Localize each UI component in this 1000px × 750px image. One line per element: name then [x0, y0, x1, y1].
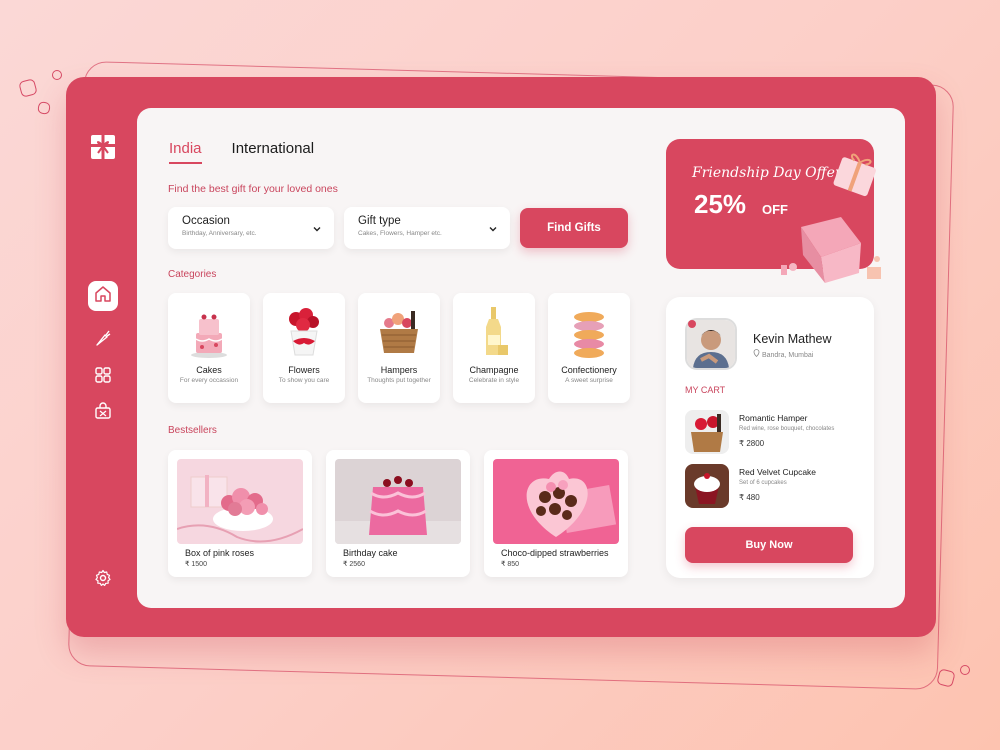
bestseller-card[interactable]: Choco-dipped strawberries ₹ 850	[484, 450, 628, 577]
category-card-hampers[interactable]: Hampers Thoughts put together	[358, 293, 440, 403]
category-desc: Thoughts put together	[367, 377, 431, 384]
grid-icon	[94, 366, 112, 389]
product-image-strawberries	[493, 459, 619, 544]
category-name: Champagne	[469, 365, 519, 375]
nav-shopping[interactable]	[88, 398, 118, 428]
gift-type-select[interactable]: Gift type Cakes, Flowers, Hamper etc.	[344, 207, 510, 249]
category-card-cakes[interactable]: Cakes For every occassion	[168, 293, 250, 403]
occasion-label: Occasion	[182, 215, 230, 227]
cart-item-name: Red Velvet Cupcake	[739, 467, 817, 477]
category-card-champagne[interactable]: Champagne Celebrate in style	[453, 293, 535, 403]
category-desc: Celebrate in style	[468, 377, 520, 384]
user-location: Bandra, Mumbai	[753, 349, 813, 359]
decorative-square	[18, 78, 38, 98]
user-name: Kevin Mathew	[753, 332, 832, 346]
chevron-down-icon	[488, 221, 498, 239]
categories-title: Categories	[168, 269, 217, 280]
gift-bag-icon	[94, 401, 112, 425]
cart-item-name: Romantic Hamper	[739, 413, 808, 423]
find-gifts-button[interactable]: Find Gifts	[520, 208, 628, 248]
gift-box-icon	[775, 147, 891, 292]
carrot-icon	[94, 329, 112, 352]
decorative-square	[52, 70, 62, 80]
decorative-square	[37, 101, 51, 115]
bestseller-card[interactable]: Box of pink roses ₹ 1500	[168, 450, 312, 577]
region-tabs: India International	[169, 140, 314, 164]
donut-icon	[559, 305, 619, 361]
settings-icon	[94, 569, 112, 592]
bestseller-card[interactable]: Birthday cake ₹ 2560	[326, 450, 470, 577]
product-image-cake	[335, 459, 461, 544]
occasion-hint: Birthday, Anniversary, etc.	[182, 230, 257, 237]
cake-icon	[179, 305, 239, 361]
product-name: Birthday cake	[343, 548, 398, 558]
hamper-icon	[369, 305, 429, 361]
champagne-icon	[464, 305, 524, 361]
app-frame: India International Find the best gift f…	[66, 77, 936, 637]
nav-groceries[interactable]	[88, 325, 118, 355]
category-desc: A sweet surprise	[565, 377, 613, 384]
gift-type-hint: Cakes, Flowers, Hamper etc.	[358, 230, 442, 237]
product-image-roses	[177, 459, 303, 544]
occasion-select[interactable]: Occasion Birthday, Anniversary, etc.	[168, 207, 334, 249]
category-name: Flowers	[288, 365, 320, 375]
product-name: Box of pink roses	[185, 548, 255, 558]
flowers-icon	[274, 305, 334, 361]
gift-logo-icon	[90, 134, 116, 160]
cart-panel: Kevin Mathew Bandra, Mumbai MY CART Roma…	[666, 297, 874, 578]
cart-item-price: ₹ 480	[739, 493, 760, 502]
category-name: Cakes	[196, 365, 222, 375]
category-desc: To show you care	[278, 377, 330, 384]
main-panel: India International Find the best gift f…	[137, 108, 905, 608]
user-location-text: Bandra, Mumbai	[761, 352, 814, 359]
cart-item-desc: Red wine, rose bouquet, chocolates	[739, 426, 835, 432]
cart-item-desc: Set of 6 cupcakes	[739, 480, 787, 486]
cart-item-image-cupcake	[685, 464, 729, 508]
cart-title: MY CART	[685, 385, 726, 395]
cart-item-image-hamper	[685, 410, 729, 454]
product-price: ₹ 1500	[185, 561, 207, 568]
search-subtitle: Find the best gift for your loved ones	[168, 183, 338, 195]
category-card-confectionery[interactable]: Confectionery A sweet surprise	[548, 293, 630, 403]
bestsellers-title: Bestsellers	[168, 425, 217, 436]
nav-categories[interactable]	[88, 362, 118, 392]
category-name: Confectionery	[561, 365, 617, 375]
gift-type-label: Gift type	[358, 215, 401, 227]
tab-india[interactable]: India	[169, 140, 202, 164]
category-name: Hampers	[380, 365, 418, 375]
buy-now-button[interactable]: Buy Now	[685, 527, 853, 563]
product-price: ₹ 850	[501, 561, 520, 568]
product-name: Choco-dipped strawberries	[501, 548, 609, 558]
category-desc: For every occassion	[179, 377, 239, 384]
nav-settings[interactable]	[88, 565, 118, 595]
decorative-square	[960, 665, 970, 675]
cart-item-price: ₹ 2800	[739, 439, 765, 448]
offer-banner[interactable]: Friendship Day Offer 25% OFF	[666, 139, 881, 283]
offer-percent: 25%	[694, 189, 747, 219]
decorative-square	[936, 668, 956, 688]
tab-international[interactable]: International	[232, 140, 315, 164]
online-indicator	[688, 320, 696, 328]
nav-home[interactable]	[88, 281, 118, 311]
home-icon	[94, 285, 112, 308]
location-pin-icon	[753, 349, 762, 359]
chevron-down-icon	[312, 221, 322, 239]
product-price: ₹ 2560	[343, 561, 365, 568]
category-card-flowers[interactable]: Flowers To show you care	[263, 293, 345, 403]
